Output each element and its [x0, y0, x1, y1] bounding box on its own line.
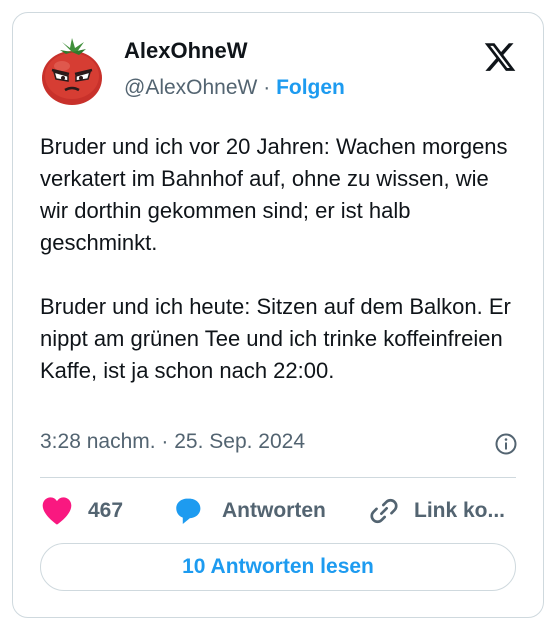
handle-separator: ·: [263, 76, 271, 99]
author-handle-row: @AlexOhneW · Folgen: [124, 76, 345, 100]
copy-link-label: Link ko...: [414, 499, 506, 522]
read-replies-button[interactable]: 10 Antworten lesen: [40, 543, 516, 591]
author-handle[interactable]: @AlexOhneW: [124, 76, 257, 99]
link-icon: [370, 498, 398, 524]
follow-button[interactable]: Folgen: [276, 76, 345, 99]
divider: [40, 477, 516, 478]
heart-icon: [42, 497, 72, 525]
tomato-avatar-icon: [42, 38, 102, 105]
tweet-timestamp[interactable]: 3:28 nachm. · 25. Sep. 2024: [40, 430, 305, 454]
tweet-paragraph: Bruder und ich vor 20 Jahren: Wachen mor…: [40, 134, 508, 255]
tweet-paragraph: Bruder und ich heute: Sitzen auf dem Bal…: [40, 294, 511, 383]
reply-button[interactable]: Antworten: [172, 493, 326, 529]
x-logo-icon[interactable]: [482, 40, 518, 74]
info-icon[interactable]: [494, 432, 518, 456]
tweet-text: Bruder und ich vor 20 Jahren: Wachen mor…: [40, 131, 520, 387]
reply-bubble-icon: [176, 498, 201, 525]
avatar[interactable]: [32, 28, 112, 108]
like-count: 467: [88, 499, 124, 522]
reply-label: Antworten: [222, 499, 326, 522]
copy-link-button[interactable]: Link ko...: [368, 493, 505, 529]
like-button[interactable]: 467: [40, 493, 123, 529]
author-name[interactable]: AlexOhneW: [124, 38, 247, 64]
